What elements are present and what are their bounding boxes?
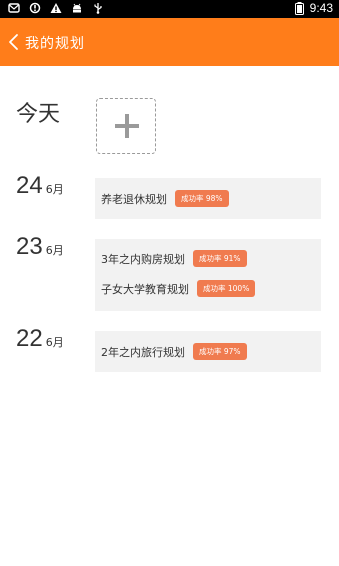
day-month: 6月 (45, 336, 64, 349)
chevron-left-icon[interactable] (7, 33, 21, 51)
success-rate-badge: 成功率 98% (175, 190, 229, 207)
plan-name: 3年之内购房规划 (101, 252, 185, 266)
status-icons-left (8, 2, 104, 14)
status-bar: 9:43 (0, 0, 339, 18)
add-plan-button[interactable] (96, 98, 156, 154)
warning-icon (50, 3, 62, 13)
day-number: 22 (16, 325, 43, 352)
status-time: 9:43 (309, 1, 333, 15)
plan-name: 2年之内旅行规划 (101, 345, 185, 359)
sync-alert-icon (29, 2, 41, 14)
day-month: 6月 (45, 244, 64, 257)
plan-item[interactable]: 3年之内购房规划 成功率 91% (101, 250, 247, 267)
page-title: 我的规划 (25, 36, 85, 52)
battery-icon (294, 1, 304, 15)
success-rate-badge: 成功率 100% (197, 280, 256, 297)
date-22: 22 6月 (16, 325, 64, 353)
date-23: 23 6月 (16, 233, 64, 261)
plan-card-23: 3年之内购房规划 成功率 91% 子女大学教育规划 成功率 100% (95, 239, 321, 311)
plan-item[interactable]: 子女大学教育规划 成功率 100% (101, 280, 256, 297)
usb-icon (94, 3, 102, 14)
day-number: 24 (16, 172, 43, 199)
android-icon (73, 3, 81, 13)
plan-card-22: 2年之内旅行规划 成功率 97% (95, 331, 321, 372)
status-icons-right: 9:43 (294, 1, 333, 15)
success-rate-badge: 成功率 97% (193, 343, 247, 360)
day-month: 6月 (45, 183, 64, 196)
plan-item[interactable]: 2年之内旅行规划 成功率 97% (101, 343, 247, 360)
date-24: 24 6月 (16, 172, 64, 200)
app-bar: 我的规划 (0, 18, 339, 66)
plan-name: 养老退休规划 (101, 192, 167, 206)
plan-card-24: 养老退休规划 成功率 98% (95, 178, 321, 219)
day-number: 23 (16, 233, 43, 260)
success-rate-badge: 成功率 91% (193, 250, 247, 267)
plan-name: 子女大学教育规划 (101, 282, 189, 296)
mail-icon (8, 3, 20, 13)
today-label: 今天 (16, 102, 61, 127)
plan-item[interactable]: 养老退休规划 成功率 98% (101, 190, 229, 207)
